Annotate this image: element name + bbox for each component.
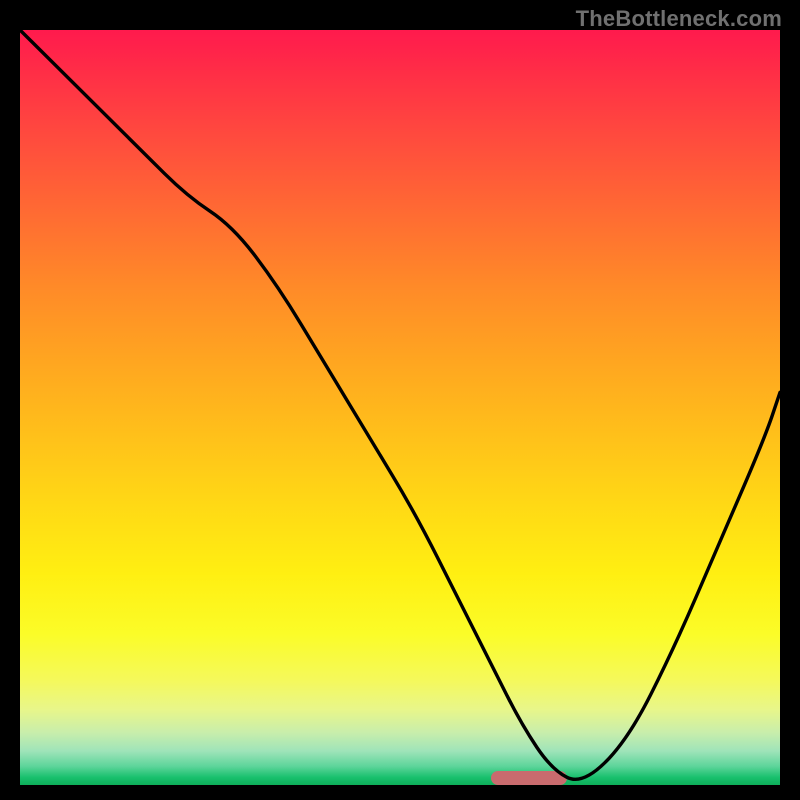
bottleneck-curve bbox=[20, 30, 780, 785]
watermark-text: TheBottleneck.com bbox=[576, 6, 782, 32]
plot-area bbox=[20, 30, 780, 785]
chart-canvas: TheBottleneck.com bbox=[0, 0, 800, 800]
